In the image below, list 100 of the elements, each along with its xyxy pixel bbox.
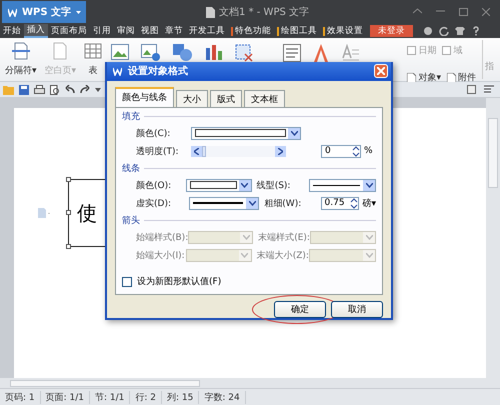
dropdown-button[interactable]	[246, 198, 258, 209]
wordart-icon[interactable]	[313, 44, 330, 62]
spin-arrows-icon[interactable]	[352, 146, 360, 157]
caret-icon	[366, 234, 372, 240]
line-color-dropdown[interactable]	[186, 178, 252, 192]
app-name: WPS 文字	[22, 5, 72, 19]
dialog-tab[interactable]: 文本框	[244, 90, 285, 107]
ribbon-button[interactable]: 附件	[447, 71, 476, 84]
vertical-scrollbar[interactable]	[486, 98, 500, 378]
app-logo-icon	[8, 8, 17, 16]
caret-icon	[248, 200, 256, 206]
dialog-button[interactable]: 确定	[274, 301, 326, 318]
ribbon-button[interactable]: 表	[83, 40, 104, 79]
line-style-dropdown[interactable]	[309, 178, 376, 192]
caret-icon	[290, 130, 298, 136]
ribbon-label: 指	[482, 40, 496, 79]
caret-icon	[366, 252, 372, 258]
shapes-icon[interactable]	[173, 44, 194, 62]
scroll-right-button[interactable]	[275, 146, 286, 157]
app-logo[interactable]: WPS 文字	[2, 1, 86, 23]
online-picture-icon[interactable]	[141, 44, 162, 62]
dialog-title: 设置对象格式	[128, 64, 188, 78]
screenshot-icon[interactable]	[235, 44, 254, 62]
ribbon-button[interactable]: 对象▾	[407, 71, 441, 84]
app-logo-icon	[113, 66, 122, 76]
field-label: 粗细(W):	[264, 198, 302, 210]
login-button[interactable]: 未登录	[370, 25, 413, 37]
status-text: 字数: 24	[199, 390, 246, 404]
menu-tab[interactable]: 页面布局	[48, 24, 90, 38]
scroll-thumb[interactable]	[10, 380, 200, 386]
checkbox[interactable]	[122, 276, 132, 286]
menu-tab[interactable]: 特色功能	[228, 24, 274, 38]
dialog-button[interactable]: 取消	[331, 301, 383, 318]
dropdown-button[interactable]	[288, 128, 300, 139]
menu-tab[interactable]: 审阅	[114, 24, 138, 38]
options-icon[interactable]	[484, 85, 494, 94]
field-label: 末端大小(Z):	[256, 250, 310, 262]
table-icon	[84, 42, 102, 60]
horizontal-scrollbar[interactable]	[0, 378, 500, 388]
caret-icon	[76, 10, 82, 14]
save-icon[interactable]	[19, 84, 29, 94]
menu-tab[interactable]: 开始	[0, 24, 24, 38]
menu-tab[interactable]: 视图	[138, 24, 162, 38]
close-button[interactable]	[374, 64, 388, 78]
maximize-icon[interactable]	[459, 8, 468, 16]
minimize-icon[interactable]	[436, 8, 445, 14]
field-label: 透明度(T):	[136, 146, 180, 158]
transparency-input[interactable]: 0	[321, 144, 361, 158]
object-icon	[407, 72, 416, 82]
collapse-icon[interactable]	[413, 8, 422, 14]
dialog-tab[interactable]: 大小	[176, 90, 208, 107]
unit-dropdown[interactable]: 磅▾	[362, 196, 376, 210]
section-heading: 填充	[122, 110, 140, 123]
redo-icon[interactable]	[80, 85, 90, 94]
window-icon[interactable]	[467, 85, 476, 94]
document-icon	[206, 6, 216, 18]
field-label: 虚实(D):	[136, 198, 172, 210]
text-box-text: 使	[77, 200, 97, 226]
caret-icon	[241, 252, 248, 258]
slider-thumb[interactable]	[202, 146, 206, 157]
status-text: 列: 15	[162, 390, 200, 404]
refresh-icon[interactable]	[439, 26, 449, 36]
menu-tab[interactable]: 插入	[24, 24, 48, 38]
dialog-tab[interactable]: 版式	[210, 90, 242, 107]
section-heading: 线条	[122, 162, 140, 175]
dropdown-button[interactable]	[238, 180, 251, 191]
transparency-slider[interactable]	[191, 146, 286, 157]
picture-icon[interactable]	[111, 44, 130, 60]
menu-tab[interactable]: 章节	[162, 24, 186, 38]
caret-icon[interactable]	[95, 88, 101, 92]
text-box-icon[interactable]	[283, 44, 302, 62]
checkbox-label: 设为新图形默认值(F)	[137, 276, 222, 288]
line-weight-input[interactable]: 0.75	[320, 196, 360, 210]
spin-arrows-icon[interactable]	[350, 198, 358, 209]
chart-icon[interactable]	[205, 44, 224, 60]
undo-icon[interactable]	[65, 85, 75, 94]
print-preview-icon[interactable]	[50, 84, 60, 94]
menu-tab[interactable]: 引用	[90, 24, 114, 38]
help-icon[interactable]	[471, 26, 481, 36]
field-icon	[442, 46, 452, 55]
fill-color-dropdown[interactable]	[191, 126, 301, 140]
resize-handle[interactable]	[66, 210, 71, 215]
close-icon[interactable]	[482, 8, 490, 16]
dash-style-dropdown[interactable]	[189, 196, 260, 210]
shirt-icon[interactable]	[455, 26, 465, 36]
resize-handle[interactable]	[66, 177, 71, 182]
menu-tab[interactable]: 开发工具	[186, 24, 228, 38]
ribbon-button[interactable]: 分隔符▾	[4, 40, 38, 79]
dropdown-button[interactable]	[363, 180, 375, 191]
scroll-left-button[interactable]	[191, 146, 202, 157]
menu-tab[interactable]: 效果设置	[320, 24, 366, 38]
menu-tab[interactable]: 绘图工具	[274, 24, 320, 38]
caret-icon	[366, 182, 372, 188]
scroll-thumb[interactable]	[488, 118, 498, 188]
calendar-icon	[407, 46, 416, 55]
dialog-tab[interactable]: 颜色与线条	[115, 86, 174, 107]
page-break-icon	[12, 42, 30, 60]
page-break-icon	[51, 42, 70, 60]
print-icon[interactable]	[34, 84, 45, 94]
resize-handle[interactable]	[66, 244, 71, 249]
